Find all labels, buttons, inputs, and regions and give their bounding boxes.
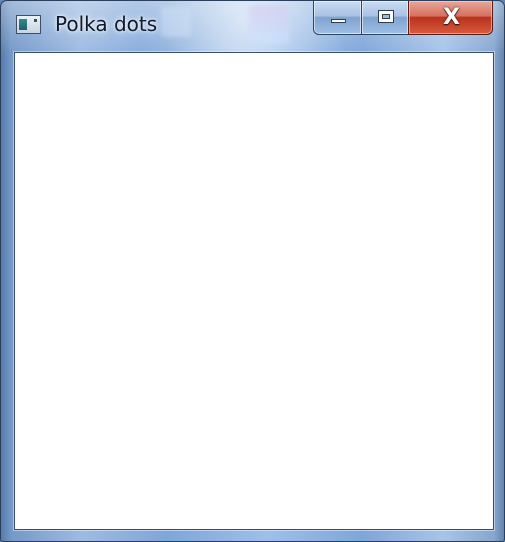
minimize-icon — [331, 19, 346, 23]
maximize-icon — [378, 10, 394, 23]
app-icon-pane — [19, 19, 27, 30]
minimize-button[interactable] — [313, 1, 362, 35]
title-bar[interactable]: Polka dots X — [1, 1, 504, 48]
window-title: Polka dots — [55, 12, 158, 36]
caption-buttons: X — [313, 1, 493, 36]
close-icon: X — [443, 5, 460, 30]
application-window-icon[interactable] — [16, 15, 41, 34]
close-button[interactable]: X — [408, 1, 493, 35]
maximize-button[interactable] — [361, 1, 409, 35]
app-window: Polka dots X — [0, 0, 505, 542]
client-area[interactable] — [14, 52, 494, 530]
app-icon-dot — [34, 19, 37, 22]
